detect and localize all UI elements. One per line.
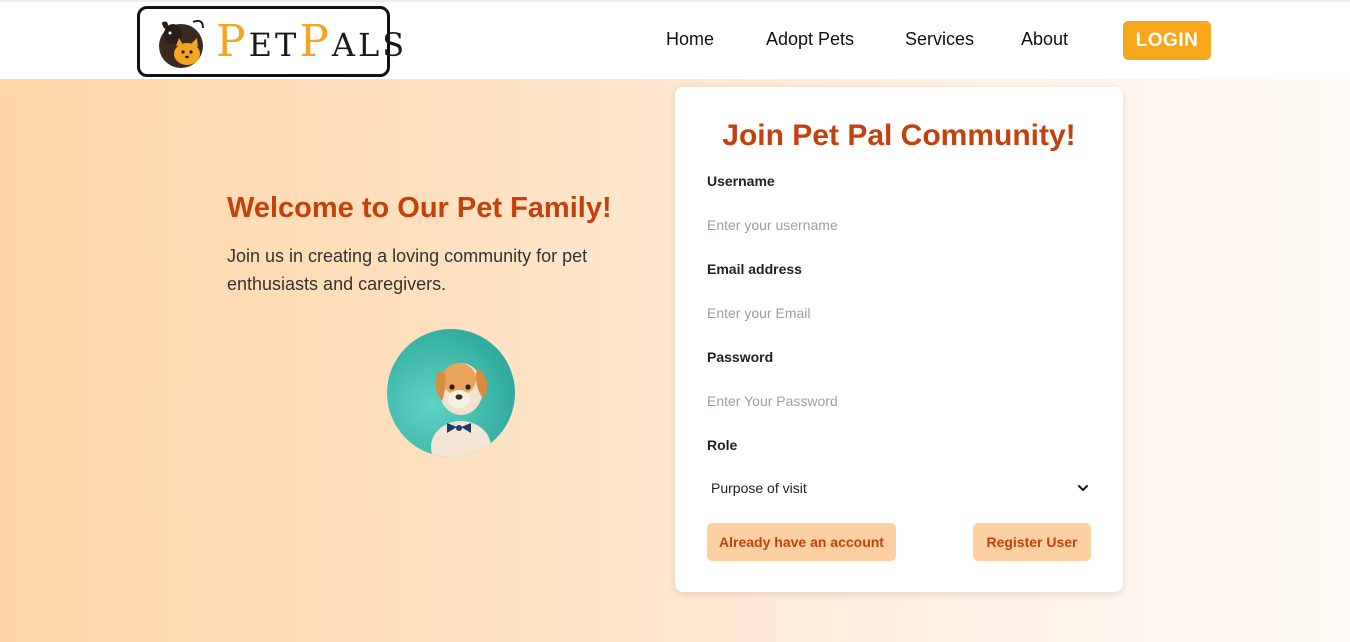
- logo-wordmark: PETPALS: [216, 15, 407, 69]
- email-input[interactable]: [707, 296, 1091, 330]
- password-label: Password: [707, 349, 774, 365]
- dog-and-cat-logo-icon: [159, 19, 204, 68]
- welcome-title: Welcome to Our Pet Family!: [227, 192, 612, 224]
- nav-link-about[interactable]: About: [1021, 29, 1068, 50]
- logo-text-et: ET: [248, 26, 300, 64]
- nav-link-services[interactable]: Services: [905, 29, 974, 50]
- username-input[interactable]: [707, 208, 1091, 242]
- hero-section: Welcome to Our Pet Family! Join us in cr…: [0, 79, 1350, 642]
- form-title: Join Pet Pal Community!: [722, 119, 1076, 152]
- puppy-illustration: [387, 329, 515, 457]
- logo-letter-p2: P: [299, 16, 332, 67]
- username-label: Username: [707, 173, 775, 189]
- navbar: PETPALS Home Adopt Pets Services About L…: [0, 2, 1350, 79]
- logo-text-als: ALS: [331, 26, 408, 64]
- logo-letter-p1: P: [216, 16, 249, 67]
- email-label: Email address: [707, 261, 802, 277]
- logo[interactable]: PETPALS: [137, 6, 404, 77]
- nav-link-home[interactable]: Home: [666, 29, 714, 50]
- login-button[interactable]: LOGIN: [1123, 21, 1211, 60]
- puppy-image: [387, 329, 515, 457]
- password-input[interactable]: [707, 384, 1091, 418]
- role-select[interactable]: Purpose of visit: [707, 475, 1091, 501]
- welcome-text: Join us in creating a loving community f…: [227, 246, 588, 294]
- nav-link-adopt-pets[interactable]: Adopt Pets: [766, 29, 854, 50]
- role-label: Role: [707, 437, 738, 453]
- chevron-down-icon: [1078, 485, 1088, 491]
- already-have-account-button[interactable]: Already have an account: [707, 523, 896, 561]
- register-user-button[interactable]: Register User: [973, 523, 1091, 561]
- registration-card: Join Pet Pal Community! Username Email a…: [675, 87, 1123, 592]
- role-select-value: Purpose of visit: [711, 480, 807, 496]
